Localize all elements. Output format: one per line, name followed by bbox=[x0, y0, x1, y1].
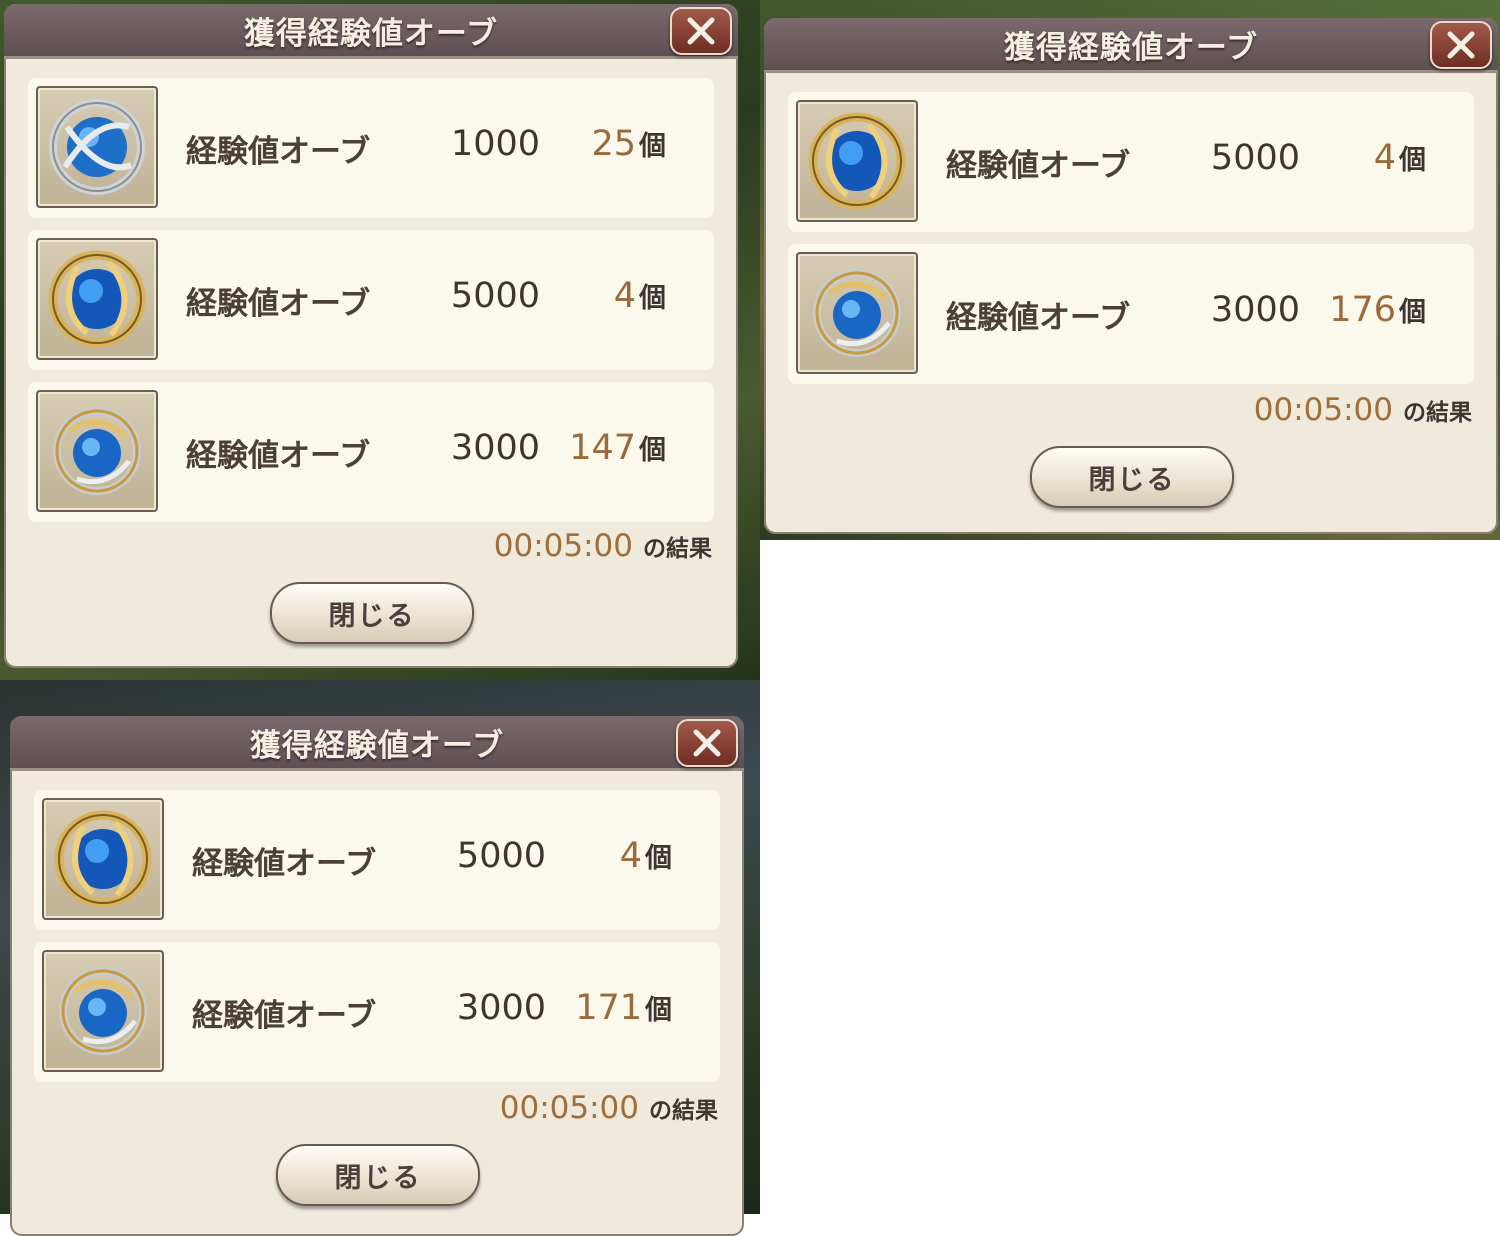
close-icon bbox=[687, 17, 715, 45]
item-count: 4個 bbox=[613, 276, 666, 316]
dialog-titlebar: 獲得経験値オーブ bbox=[764, 18, 1498, 73]
item-count: 4個 bbox=[1373, 138, 1426, 178]
item-name: 経験値オーブ bbox=[946, 148, 1131, 184]
close-x-button[interactable] bbox=[670, 7, 732, 55]
orb-icon-frame bbox=[36, 238, 158, 360]
silver-gold-orb-icon bbox=[813, 269, 901, 357]
gold-orb-icon bbox=[808, 112, 906, 210]
list-item: 経験値オーブ 3000 171 個 bbox=[34, 942, 720, 1082]
result-label: の結果 bbox=[1403, 400, 1472, 426]
orb-icon-frame bbox=[796, 252, 918, 374]
item-count: 171 個 bbox=[575, 988, 672, 1028]
item-name: 経験値オーブ bbox=[186, 438, 371, 474]
result-summary: 00:05:00 の結果 bbox=[494, 528, 712, 564]
close-x-button[interactable] bbox=[1430, 21, 1492, 69]
result-time: 00:05:00 bbox=[499, 1090, 639, 1126]
list-item: 経験値オーブ 3000 147 個 bbox=[28, 382, 714, 522]
list-item: 経験値オーブ 5000 4個 bbox=[34, 790, 720, 930]
orb-icon-frame bbox=[42, 950, 164, 1072]
close-icon bbox=[693, 729, 721, 757]
result-time: 00:05:00 bbox=[1253, 392, 1393, 428]
close-button[interactable]: 閉じる bbox=[1030, 446, 1234, 508]
item-exp-value: 5000 bbox=[456, 836, 546, 876]
gold-orb-icon bbox=[48, 250, 146, 348]
close-button[interactable]: 閉じる bbox=[276, 1144, 480, 1206]
item-exp-value: 5000 bbox=[1210, 138, 1300, 178]
list-item: 経験値オーブ 5000 4個 bbox=[28, 230, 714, 370]
item-exp-value: 5000 bbox=[450, 276, 540, 316]
orb-icon-frame bbox=[36, 86, 158, 208]
item-name: 経験値オーブ bbox=[946, 300, 1131, 336]
exp-orb-dialog: 獲得経験値オーブ 経験値オーブ 1000 25 個 経験値オーブ 5000 4 … bbox=[4, 4, 738, 668]
result-summary: 00:05:00 の結果 bbox=[1254, 392, 1472, 428]
item-name: 経験値オーブ bbox=[186, 134, 371, 170]
list-item: 経験値オーブ 5000 4個 bbox=[788, 92, 1474, 232]
close-button[interactable]: 閉じる bbox=[270, 582, 474, 644]
item-exp-value: 1000 bbox=[450, 124, 540, 164]
silver-gold-orb-icon bbox=[59, 967, 147, 1055]
gold-orb-icon bbox=[54, 810, 152, 908]
item-count: 147 個 bbox=[569, 428, 666, 468]
exp-orb-dialog: 獲得経験値オーブ 経験値オーブ 5000 4個 bbox=[10, 716, 744, 1236]
list-item: 経験値オーブ 1000 25 個 bbox=[28, 78, 714, 218]
item-name: 経験値オーブ bbox=[186, 286, 371, 322]
dialog-titlebar: 獲得経験値オーブ bbox=[4, 4, 738, 59]
item-name: 経験値オーブ bbox=[192, 998, 377, 1034]
exp-orb-dialog: 獲得経験値オーブ 経験値オーブ 5000 4個 bbox=[764, 18, 1498, 534]
item-count: 176 個 bbox=[1329, 290, 1426, 330]
dialog-titlebar: 獲得経験値オーブ bbox=[10, 716, 744, 771]
item-exp-value: 3000 bbox=[456, 988, 546, 1028]
item-exp-value: 3000 bbox=[1210, 290, 1300, 330]
dialog-title: 獲得経験値オーブ bbox=[1003, 29, 1259, 66]
silver-gold-orb-icon bbox=[53, 407, 141, 495]
orb-icon-frame bbox=[796, 100, 918, 222]
item-count: 25 個 bbox=[591, 124, 666, 164]
item-count: 4個 bbox=[619, 836, 672, 876]
silver-orb-icon bbox=[49, 99, 145, 195]
orb-icon-frame bbox=[36, 390, 158, 512]
result-summary: 00:05:00 の結果 bbox=[500, 1090, 718, 1126]
close-x-button[interactable] bbox=[676, 719, 738, 767]
item-name: 経験値オーブ bbox=[192, 846, 377, 882]
close-icon bbox=[1447, 31, 1475, 59]
orb-icon-frame bbox=[42, 798, 164, 920]
result-label: の結果 bbox=[643, 536, 712, 562]
dialog-title: 獲得経験値オーブ bbox=[249, 727, 505, 764]
list-item: 経験値オーブ 3000 176 個 bbox=[788, 244, 1474, 384]
result-label: の結果 bbox=[649, 1098, 718, 1124]
close-button-label: 閉じる bbox=[1088, 464, 1176, 496]
close-button-label: 閉じる bbox=[328, 600, 416, 632]
result-time: 00:05:00 bbox=[493, 528, 633, 564]
dialog-title: 獲得経験値オーブ bbox=[243, 15, 499, 52]
item-exp-value: 3000 bbox=[450, 428, 540, 468]
close-button-label: 閉じる bbox=[334, 1162, 422, 1194]
